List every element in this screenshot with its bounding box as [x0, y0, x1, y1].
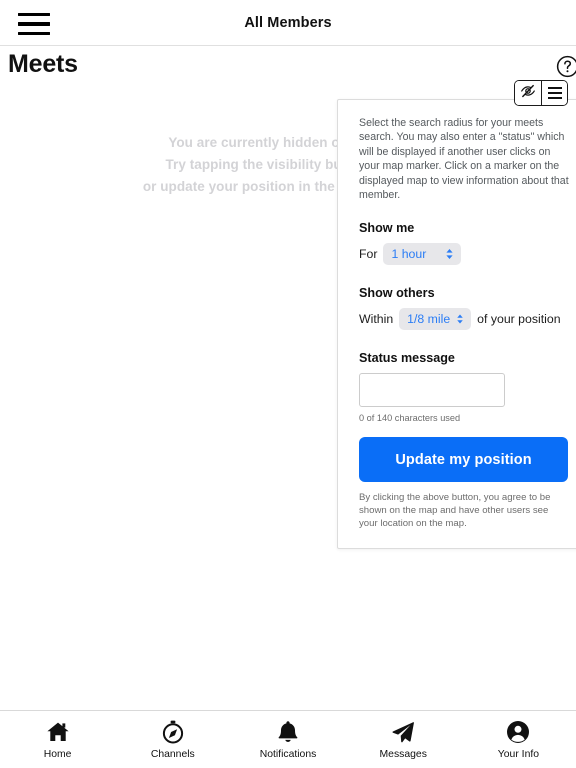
tab-label: Messages: [379, 748, 427, 760]
user-circle-icon: [506, 720, 530, 744]
show-me-heading: Show me: [359, 221, 415, 236]
bottom-tab-bar: Home Channels Notifications Messages You…: [0, 710, 576, 768]
status-message-input[interactable]: [359, 373, 505, 408]
paper-plane-icon: [391, 720, 415, 744]
eye-slash-icon: [520, 83, 536, 104]
list-lines-icon: [547, 86, 562, 100]
tab-messages[interactable]: Messages: [346, 711, 461, 768]
visibility-toggle-button[interactable]: [515, 81, 541, 105]
tab-label: Your Info: [497, 748, 540, 760]
status-message-heading: Status message: [359, 351, 455, 366]
show-me-row: For 1 hour: [359, 243, 573, 266]
tab-label: Channels: [150, 748, 195, 760]
question-circle-icon[interactable]: [556, 55, 576, 78]
duration-select-wrapper: 1 hour: [383, 243, 462, 266]
page-header: Meets: [0, 46, 576, 86]
compass-icon: [162, 720, 184, 744]
radius-select[interactable]: 1/8 mile(s): [399, 308, 472, 331]
tab-channels[interactable]: Channels: [115, 711, 230, 768]
panel-disclaimer-text: By clicking the above button, you agree …: [359, 492, 551, 530]
show-others-heading: Show others: [359, 286, 435, 301]
radius-prefix-label: Within: [359, 312, 394, 327]
home-icon: [46, 720, 70, 744]
radius-select-wrapper: 1/8 mile(s): [399, 308, 472, 331]
page-title: Meets: [8, 50, 78, 78]
meets-options-panel: Select the search radius for your meets …: [337, 99, 576, 550]
duration-prefix-label: For: [359, 247, 378, 262]
character-counter: 0 of 140 characters used: [359, 413, 461, 424]
map-toolbar-button-group: [514, 80, 568, 106]
options-panel-toggle-button[interactable]: [541, 81, 567, 105]
show-others-row: Within 1/8 mile(s) of your position: [359, 308, 573, 331]
update-my-position-button[interactable]: Update my position: [359, 437, 568, 483]
tab-label: Notifications: [259, 748, 317, 760]
top-navigation-bar: All Members: [0, 0, 576, 46]
top-bar-title: All Members: [244, 15, 332, 31]
panel-intro-text: Select the search radius for your meets …: [359, 117, 569, 202]
app-root: All Members Meets You are currently hidd…: [0, 0, 576, 768]
tab-your-info[interactable]: Your Info: [461, 711, 576, 768]
tab-label: Home: [43, 748, 72, 760]
radius-suffix-label: of your position: [477, 312, 561, 327]
tab-notifications[interactable]: Notifications: [230, 711, 345, 768]
duration-select[interactable]: 1 hour: [383, 243, 462, 266]
tab-home[interactable]: Home: [0, 711, 115, 768]
bell-icon: [277, 720, 299, 744]
